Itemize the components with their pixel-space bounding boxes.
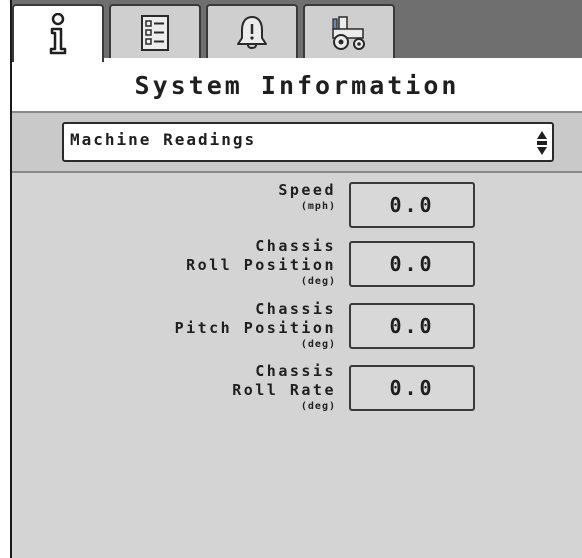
tractor-icon <box>332 16 365 50</box>
readings-panel: Speed (mph) 0.0 Chassis Roll Position (d… <box>12 173 582 558</box>
reading-label-line: Speed <box>278 181 336 199</box>
reading-value-box: 0.0 <box>349 241 475 287</box>
tab-bar <box>12 0 582 62</box>
reading-value-box: 0.0 <box>349 365 475 411</box>
dropdown-strip: Machine Readings <box>12 113 582 173</box>
up-down-arrows-icon <box>537 131 547 155</box>
tab-info[interactable] <box>12 4 104 62</box>
alarm-bell-icon <box>237 16 267 49</box>
reading-label: Speed (mph) <box>278 181 336 213</box>
reading-label-line: Chassis <box>255 237 336 255</box>
system-information-screen: System Information Machine Readings Spee… <box>10 0 582 558</box>
tab-alarms[interactable] <box>206 4 298 60</box>
dropdown-selected-value: Machine Readings <box>70 130 257 149</box>
reading-unit: (deg) <box>300 401 336 412</box>
reading-unit: (deg) <box>300 276 336 287</box>
checklist-icon <box>141 15 169 51</box>
info-icon <box>49 13 67 55</box>
page-title: System Information <box>134 71 460 100</box>
reading-label-line: Pitch Position <box>174 319 336 337</box>
reading-label-line: Roll Rate <box>232 381 336 399</box>
reading-value-box: 0.0 <box>349 182 475 228</box>
title-bar: System Information <box>12 58 582 113</box>
reading-label: Chassis Roll Rate (deg) <box>232 362 336 413</box>
reading-label: Chassis Roll Position (deg) <box>186 237 336 288</box>
reading-label-line: Chassis <box>255 362 336 380</box>
readings-dropdown[interactable]: Machine Readings <box>62 122 554 162</box>
reading-value-box: 0.0 <box>349 303 475 349</box>
reading-unit: (deg) <box>300 339 336 350</box>
reading-unit: (mph) <box>300 201 336 212</box>
reading-label: Chassis Pitch Position (deg) <box>175 300 336 351</box>
tab-machine[interactable] <box>303 4 395 60</box>
reading-label-line: Roll Position <box>186 256 336 274</box>
tab-checklist[interactable] <box>109 4 201 60</box>
reading-label-line: Chassis <box>255 300 336 318</box>
